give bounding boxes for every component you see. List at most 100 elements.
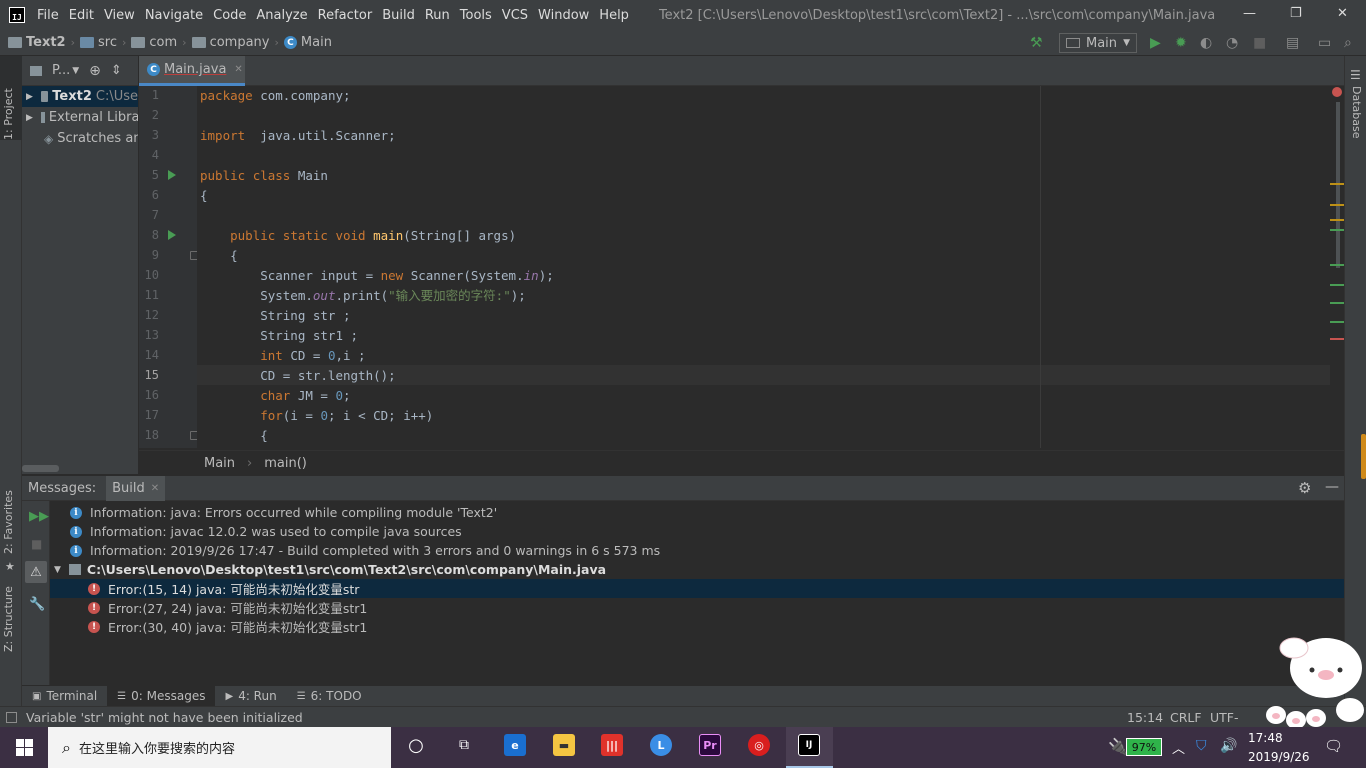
file-explorer-icon[interactable]: ▬	[553, 734, 575, 756]
menu-navigate[interactable]: Navigate	[145, 8, 203, 23]
structure-tool-label[interactable]: Z: Structure	[2, 586, 15, 652]
message-row[interactable]: i Information: 2019/9/26 17:47 - Build c…	[50, 541, 1344, 560]
profile-icon[interactable]: ◔	[1226, 35, 1238, 51]
warning-filter-icon[interactable]: ⚠	[25, 561, 47, 583]
menu-window[interactable]: Window	[538, 8, 589, 23]
minimize-button[interactable]: —	[1243, 6, 1256, 21]
minimize-panel-icon[interactable]: —	[1325, 479, 1339, 495]
menu-code[interactable]: Code	[213, 8, 246, 23]
start-button[interactable]	[0, 727, 48, 768]
warning-marker[interactable]	[1330, 183, 1344, 185]
tab-todo[interactable]: ☰ 6: TODO	[287, 686, 372, 706]
change-marker[interactable]	[1330, 229, 1344, 231]
taskbar-search-box[interactable]: ⌕ 在这里输入你要搜索的内容	[48, 727, 391, 768]
chevron-right-icon[interactable]: ▶	[26, 113, 33, 123]
intellij-taskbar-button[interactable]: IJ	[786, 727, 833, 768]
change-marker[interactable]	[1330, 321, 1344, 323]
crumb-src[interactable]: src	[80, 35, 117, 50]
file-encoding[interactable]: UTF-	[1210, 710, 1239, 725]
music-app-icon[interactable]: |||	[601, 734, 623, 756]
project-view-select[interactable]: P...	[52, 63, 70, 78]
stop-icon[interactable]: ■	[1253, 35, 1266, 51]
error-indicator-icon[interactable]	[1332, 87, 1342, 97]
coverage-icon[interactable]: ◐	[1200, 35, 1212, 51]
edge-browser-icon[interactable]: e	[504, 734, 526, 756]
error-marker[interactable]	[1330, 338, 1344, 340]
volume-icon[interactable]: 🔊	[1220, 738, 1237, 754]
close-window-button[interactable]: ✕	[1337, 6, 1348, 21]
action-center-icon[interactable]: 🗨	[1324, 737, 1343, 755]
message-error-row[interactable]: ! Error:(27, 24) java: 可能尚未初始化变量str1	[50, 598, 1344, 617]
close-tab-icon[interactable]: ✕	[234, 64, 242, 75]
locate-target-icon[interactable]: ⊕	[89, 63, 101, 79]
menu-file[interactable]: File	[37, 8, 59, 23]
code-editor[interactable]: package com.company; import java.util.Sc…	[197, 86, 1335, 448]
database-tool-label[interactable]: Database	[1350, 86, 1363, 139]
collapse-all-icon[interactable]: ⇕	[111, 63, 122, 78]
crumb-com[interactable]: com	[131, 35, 177, 50]
chevron-down-icon[interactable]: ▶	[26, 92, 33, 102]
warning-marker[interactable]	[1330, 219, 1344, 221]
run-configuration-select[interactable]: Main ▼	[1059, 33, 1137, 53]
chevron-up-icon[interactable]: ︿	[1172, 738, 1185, 757]
menu-vcs[interactable]: VCS	[502, 8, 528, 23]
change-marker[interactable]	[1330, 264, 1344, 266]
tab-run[interactable]: ▶ 4: Run	[215, 686, 286, 706]
tree-item-scratches[interactable]: ◈ Scratches and	[22, 128, 138, 149]
message-file-row[interactable]: ▼ C:\Users\Lenovo\Desktop\test1\src\com\…	[50, 560, 1344, 579]
netease-music-icon[interactable]: ◎	[748, 734, 770, 756]
clock-time[interactable]: 17:48	[1248, 731, 1283, 745]
change-marker[interactable]	[1330, 302, 1344, 304]
run-main-gutter-icon[interactable]	[168, 230, 176, 240]
stop-icon[interactable]: ■	[31, 537, 42, 551]
caret-position[interactable]: 15:14	[1127, 710, 1163, 725]
tree-item-text2[interactable]: ▶ Text2 C:\Use	[22, 86, 138, 107]
menu-tools[interactable]: Tools	[460, 8, 492, 23]
line-separator[interactable]: CRLF	[1170, 710, 1202, 725]
horizontal-scrollbar[interactable]	[22, 465, 59, 472]
search-everywhere-icon[interactable]: ⌕	[1344, 35, 1352, 51]
wrench-icon[interactable]: 🔧	[29, 597, 45, 612]
project-tool-label[interactable]: 1: Project	[2, 88, 15, 140]
message-error-row[interactable]: ! Error:(15, 14) java: 可能尚未初始化变量str	[50, 579, 1344, 598]
message-row[interactable]: i Information: java: Errors occurred whi…	[50, 503, 1344, 522]
premiere-pro-icon[interactable]: Pr	[699, 734, 721, 756]
run-icon[interactable]: ▶	[1150, 35, 1161, 51]
crumb-main-class[interactable]: C Main	[283, 35, 332, 50]
tab-build[interactable]: Build ✕	[106, 475, 166, 501]
project-structure-icon[interactable]: ▤	[1286, 35, 1299, 51]
vertical-scrollbar[interactable]	[1336, 102, 1340, 268]
menu-edit[interactable]: Edit	[69, 8, 94, 23]
close-tab-icon[interactable]: ✕	[151, 483, 159, 494]
tab-terminal[interactable]: ▣ Terminal	[22, 686, 107, 706]
chevron-down-icon[interactable]: ▼	[72, 66, 79, 76]
clock-date[interactable]: 2019/9/26	[1248, 750, 1310, 764]
breadcrumb-method[interactable]: main()	[264, 456, 307, 471]
menu-refactor[interactable]: Refactor	[318, 8, 373, 23]
editor-tab-main-java[interactable]: C Main.java ✕	[139, 56, 245, 86]
error-stripe[interactable]	[1330, 86, 1344, 448]
gear-icon[interactable]: ⚙	[1298, 479, 1311, 497]
tree-item-external-libraries[interactable]: ▶ External Libra	[22, 107, 138, 128]
favorites-tool-label[interactable]: 2: Favorites	[2, 490, 15, 554]
menu-build[interactable]: Build	[382, 8, 415, 23]
layout-icon[interactable]: ▭	[1318, 35, 1331, 51]
cortana-icon[interactable]: ○	[405, 734, 427, 756]
chevron-down-icon[interactable]: ▼	[54, 565, 61, 575]
clock-app-icon[interactable]: L	[650, 734, 672, 756]
crumb-project[interactable]: Text2	[8, 35, 66, 50]
menu-analyze[interactable]: Analyze	[256, 8, 307, 23]
tool-window-toggle-icon[interactable]	[6, 711, 17, 723]
message-row[interactable]: i Information: javac 12.0.2 was used to …	[50, 522, 1344, 541]
build-hammer-icon[interactable]: ⚒	[1030, 35, 1043, 51]
breadcrumb-class[interactable]: Main	[204, 456, 235, 471]
crumb-company[interactable]: company	[191, 35, 270, 50]
menu-help[interactable]: Help	[599, 8, 629, 23]
message-error-row[interactable]: ! Error:(30, 40) java: 可能尚未初始化变量str1	[50, 617, 1344, 636]
restore-button[interactable]: ❐	[1290, 6, 1302, 21]
warning-marker[interactable]	[1330, 204, 1344, 206]
tab-messages[interactable]: ☰ 0: Messages	[107, 686, 216, 706]
debug-icon[interactable]: ✹	[1175, 35, 1187, 51]
rerun-icon[interactable]: ▶▶	[29, 509, 49, 524]
run-class-gutter-icon[interactable]	[168, 170, 176, 180]
